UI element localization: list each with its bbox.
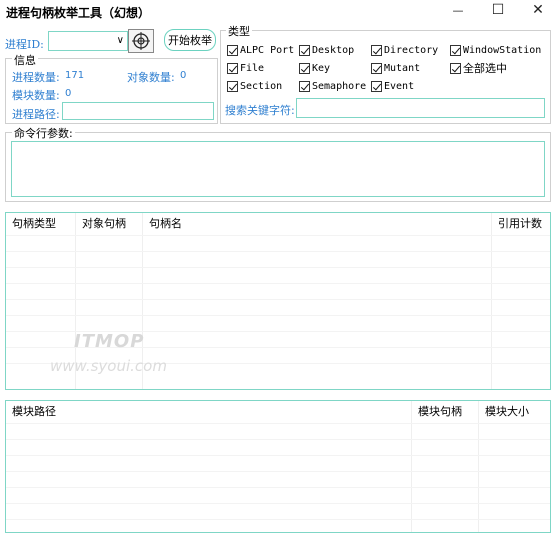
row-divider: [6, 315, 550, 316]
info-group-title: 信息: [12, 52, 38, 68]
row-divider: [6, 471, 550, 472]
row-divider: [6, 439, 550, 440]
checkbox-checked-icon: [450, 44, 461, 56]
watermark-brand: ITMOP: [74, 331, 145, 352]
modules-table[interactable]: 模块路径 模块句柄 模块大小: [5, 400, 551, 533]
checkbox-checked-icon: [371, 62, 382, 74]
column-separator: [478, 401, 479, 532]
checkbox-checked-icon: [227, 44, 238, 56]
row-divider: [6, 235, 550, 236]
close-button[interactable]: ✕: [520, 0, 556, 20]
row-divider: [6, 487, 550, 488]
row-divider: [6, 267, 550, 268]
type-checkbox-select-all[interactable]: 全部选中: [450, 61, 507, 75]
handles-table[interactable]: 句柄类型 对象句柄 句柄名 引用计数 ITMOP www.syoui.com: [5, 212, 551, 390]
search-keyword-label: 搜索关键字符:: [225, 104, 295, 117]
row-divider: [6, 455, 550, 456]
process-count-label: 进程数量:: [12, 71, 60, 84]
row-divider: [6, 423, 550, 424]
col-header-module-path[interactable]: 模块路径: [6, 401, 56, 423]
checkbox-checked-icon: [227, 80, 238, 92]
minimize-button[interactable]: —: [440, 0, 476, 20]
type-checkbox-mutant[interactable]: Mutant: [371, 61, 420, 75]
crosshair-icon: [132, 32, 150, 50]
checkbox-checked-icon: [299, 80, 310, 92]
watermark-url: www.syoui.com: [50, 357, 167, 375]
target-picker-button[interactable]: [128, 29, 154, 53]
checkbox-checked-icon: [371, 80, 382, 92]
process-path-label: 进程路径:: [12, 108, 60, 121]
maximize-icon: ☐: [491, 2, 505, 18]
type-checkbox-desktop[interactable]: Desktop: [299, 43, 354, 57]
process-id-combobox[interactable]: ∨: [48, 31, 128, 51]
row-divider: [6, 251, 550, 252]
col-header-module-handle[interactable]: 模块句柄: [412, 401, 462, 423]
window-title: 进程句柄枚举工具（幻想）: [6, 6, 151, 20]
type-checkbox-event[interactable]: Event: [371, 79, 414, 93]
maximize-button[interactable]: ☐: [480, 0, 516, 20]
row-divider: [6, 519, 550, 520]
cmdline-group-title: 命令行参数:: [12, 125, 75, 141]
row-divider: [6, 503, 550, 504]
col-header-handle-type[interactable]: 句柄类型: [6, 213, 56, 235]
module-count-value: 0: [65, 88, 72, 99]
start-enum-button[interactable]: 开始枚举: [164, 29, 216, 51]
search-keyword-input[interactable]: [296, 98, 545, 118]
chevron-down-icon[interactable]: ∨: [117, 35, 124, 46]
types-group-title: 类型: [226, 23, 252, 39]
type-checkbox-file[interactable]: File: [227, 61, 264, 75]
checkbox-checked-icon: [450, 62, 461, 74]
process-id-label: 进程ID:: [5, 38, 44, 51]
type-checkbox-section[interactable]: Section: [227, 79, 282, 93]
type-checkbox-directory[interactable]: Directory: [371, 43, 438, 57]
type-checkbox-windowstation[interactable]: WindowStation: [450, 43, 541, 57]
module-count-label: 模块数量:: [12, 89, 60, 102]
col-header-ref-count[interactable]: 引用计数: [492, 213, 542, 235]
minimize-icon: —: [452, 3, 464, 17]
row-divider: [6, 283, 550, 284]
column-separator: [411, 401, 412, 532]
type-checkbox-semaphore[interactable]: Semaphore: [299, 79, 366, 93]
checkbox-checked-icon: [299, 62, 310, 74]
col-header-module-size[interactable]: 模块大小: [479, 401, 529, 423]
object-count-label: 对象数量:: [127, 71, 175, 84]
process-path-field[interactable]: [62, 102, 214, 120]
type-checkbox-alpc-port[interactable]: ALPC Port: [227, 43, 294, 57]
type-checkbox-key[interactable]: Key: [299, 61, 330, 75]
object-count-value: 0: [180, 70, 187, 81]
checkbox-checked-icon: [371, 44, 382, 56]
row-divider: [6, 299, 550, 300]
close-icon: ✕: [532, 2, 544, 18]
checkbox-checked-icon: [227, 62, 238, 74]
checkbox-checked-icon: [299, 44, 310, 56]
col-header-object-handle[interactable]: 对象句柄: [76, 213, 126, 235]
col-header-handle-name[interactable]: 句柄名: [143, 213, 182, 235]
cmdline-textarea[interactable]: [11, 141, 545, 197]
process-count-value: 171: [65, 70, 85, 81]
